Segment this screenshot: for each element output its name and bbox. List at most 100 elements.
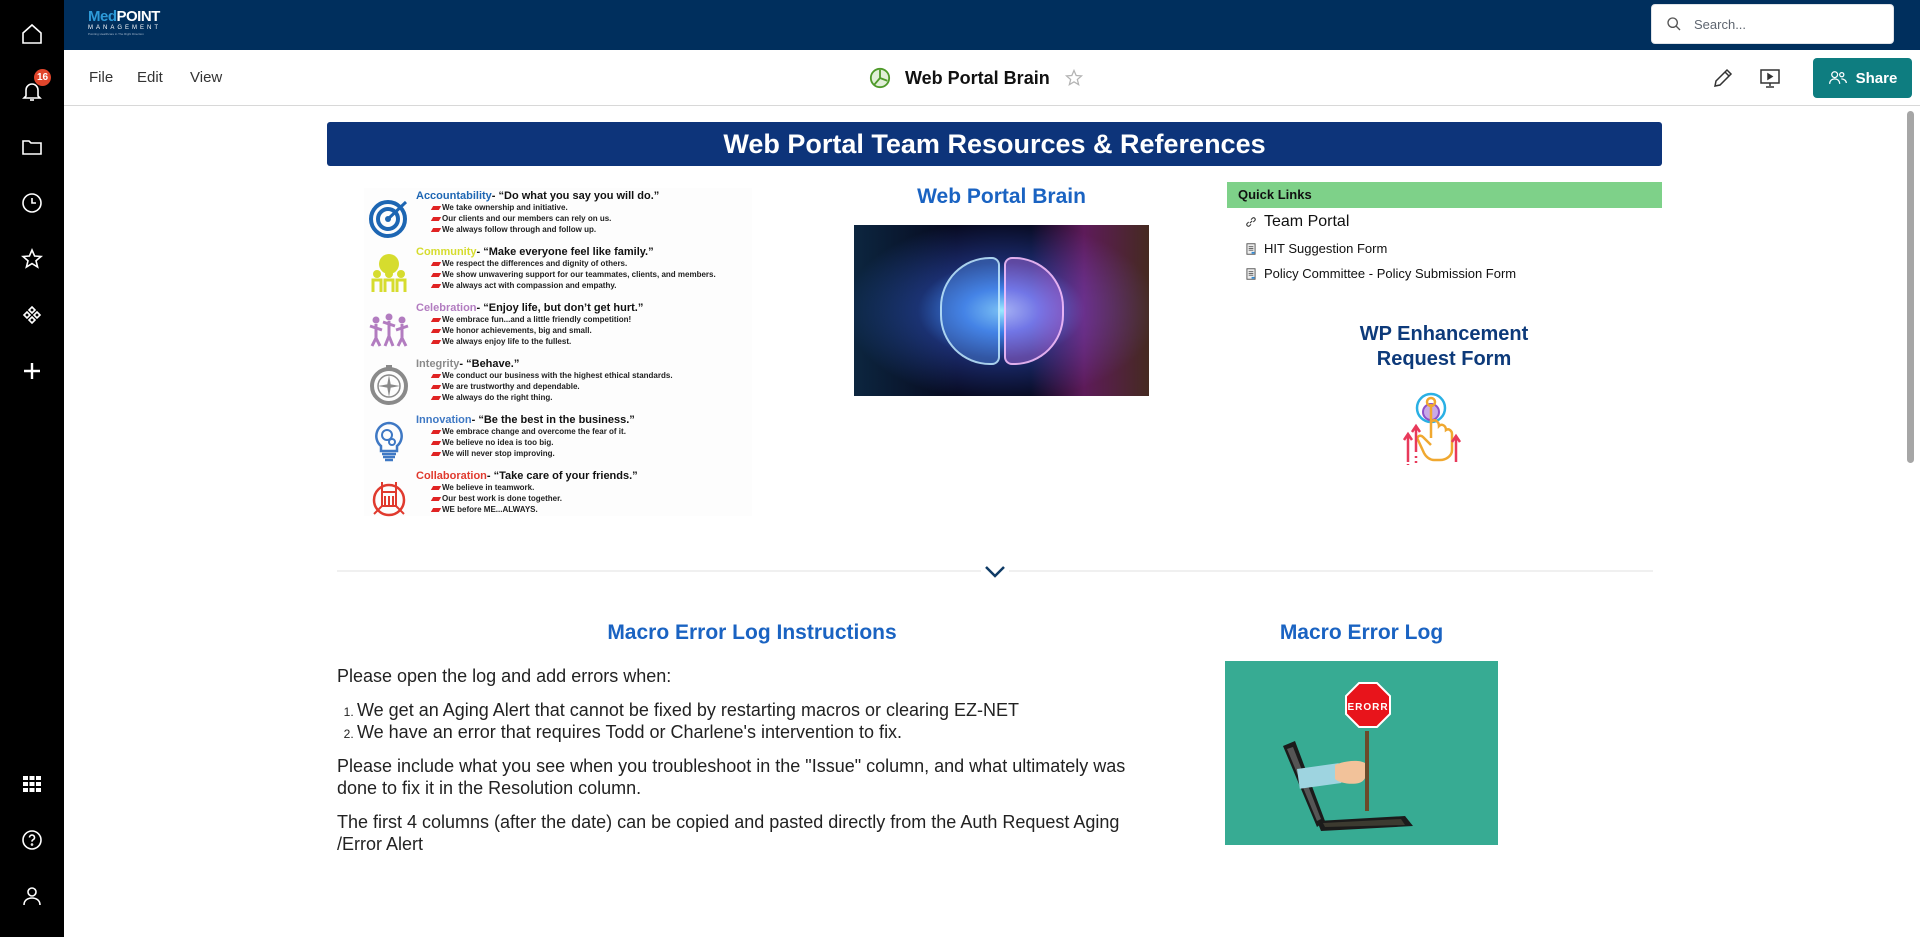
- celebration-icon: [369, 313, 409, 347]
- value-community: Community- “Make everyone feel like fami…: [364, 244, 752, 300]
- pencil-icon: [1714, 68, 1733, 87]
- value-integrity: Integrity- “Behave.” We conduct our busi…: [364, 356, 752, 412]
- instructions-intro: Please open the log and add errors when:: [337, 666, 672, 686]
- value-line: We always follow through and follow up.: [432, 225, 596, 234]
- value-motto: - “Enjoy life, but don’t get hurt.”: [476, 302, 644, 314]
- dashboard-banner: Web Portal Team Resources & References: [327, 122, 1662, 166]
- value-motto: - “Be the best in the business.”: [471, 414, 635, 426]
- grid-icon: [23, 776, 41, 792]
- value-collaboration: Collaboration- “Take care of your friend…: [364, 468, 752, 524]
- value-name: Community: [416, 246, 477, 258]
- help-button[interactable]: [16, 824, 48, 856]
- chevron-down-icon: [985, 566, 1005, 578]
- value-motto: - “Take care of your friends.”: [486, 470, 638, 482]
- form-icon: [1246, 242, 1256, 255]
- value-motto: - “Make everyone feel like family.”: [476, 246, 654, 258]
- medpoint-logo[interactable]: MedPOINT MANAGEMENT Pointing Healthcare …: [88, 9, 168, 41]
- home-icon: [22, 23, 42, 44]
- instructions-list: We get an Aging Alert that cannot be fix…: [357, 699, 1167, 743]
- edit-button[interactable]: [1711, 66, 1735, 90]
- solution-center-button[interactable]: [16, 768, 48, 800]
- vertical-scrollbar[interactable]: [1907, 111, 1914, 463]
- value-line: We always act with compassion and empath…: [432, 281, 616, 290]
- quick-links-header: Quick Links: [1227, 182, 1662, 208]
- recents-button[interactable]: [16, 187, 48, 219]
- left-nav-sidebar: 16: [0, 0, 64, 937]
- company-values-image: Accountability- “Do what you say you wil…: [364, 188, 752, 517]
- community-icon: [371, 254, 407, 292]
- value-name: Innovation: [416, 414, 472, 426]
- value-name: Celebration: [416, 302, 477, 314]
- value-line: We believe in teamwork.: [432, 483, 534, 492]
- favorites-button[interactable]: [16, 243, 48, 275]
- value-line: We embrace fun...and a little friendly c…: [432, 315, 631, 324]
- value-line: We always enjoy life to the fullest.: [432, 337, 571, 346]
- value-name: Accountability: [416, 190, 492, 202]
- quick-link-label: Team Portal: [1264, 213, 1350, 230]
- macro-error-log-image[interactable]: ERORR: [1225, 661, 1498, 845]
- value-line: We respect the differences and dignity o…: [432, 259, 627, 268]
- folder-icon: [22, 140, 42, 155]
- wp-enhancement-title-line2: Request Form: [1376, 348, 1512, 370]
- user-icon: [23, 887, 41, 906]
- create-button[interactable]: [16, 355, 48, 387]
- home-button[interactable]: [16, 18, 48, 50]
- instructions-paragraph: The first 4 columns (after the date) can…: [337, 812, 1120, 854]
- present-button[interactable]: [1758, 66, 1782, 90]
- quick-link-label: Policy Committee - Policy Submission For…: [1264, 266, 1517, 281]
- document-title-area: Web Portal Brain: [869, 64, 1084, 92]
- notifications-button[interactable]: 16: [16, 69, 52, 107]
- favorite-star-icon[interactable]: [1064, 68, 1084, 88]
- share-button[interactable]: Share: [1813, 58, 1912, 98]
- menu-bar: File Edit View Web Portal Brain Share: [64, 50, 1920, 106]
- error-sign-text: ERORR: [1347, 702, 1388, 713]
- wp-enhancement-request-link[interactable]: WP Enhancement Request Form: [1294, 322, 1594, 372]
- value-line: Our clients and our members can rely on …: [432, 214, 611, 223]
- instructions-list-item: We have an error that requires Todd or C…: [357, 721, 1167, 743]
- value-accountability: Accountability- “Do what you say you wil…: [364, 188, 752, 244]
- menu-edit[interactable]: Edit: [137, 69, 163, 86]
- brain-light-rays: [854, 225, 1149, 396]
- quick-link-hit-suggestion-form[interactable]: HIT Suggestion Form: [1244, 241, 1387, 256]
- macro-instructions-text: Please open the log and add errors when:…: [337, 665, 1167, 867]
- document-title: Web Portal Brain: [905, 67, 1050, 88]
- value-line: We always do the right thing.: [432, 393, 553, 402]
- logo-subtitle: MANAGEMENT: [88, 25, 162, 31]
- browse-files-button[interactable]: [16, 131, 48, 163]
- diamonds-icon: [22, 305, 42, 325]
- share-label: Share: [1855, 69, 1898, 87]
- search-input[interactable]: [1694, 16, 1884, 32]
- wp-enhancement-title-line1: WP Enhancement: [1359, 323, 1529, 345]
- people-icon: [1828, 71, 1847, 84]
- collapse-section-button[interactable]: [981, 563, 1009, 581]
- error-sign-illustration: ERORR: [1283, 682, 1413, 831]
- macro-error-log-title[interactable]: Macro Error Log: [1225, 621, 1498, 645]
- help-icon: [22, 830, 42, 850]
- notification-count-badge: 16: [34, 69, 52, 86]
- top-bar: MedPOINT MANAGEMENT Pointing Healthcare …: [64, 0, 1920, 50]
- dashboard-content: Web Portal Team Resources & References A…: [64, 107, 1920, 937]
- compass-icon: [370, 365, 408, 405]
- value-name: Integrity: [416, 358, 460, 370]
- macro-instructions-title: Macro Error Log Instructions: [607, 621, 897, 644]
- lightbulb-icon: [375, 421, 403, 462]
- quick-link-policy-submission-form[interactable]: Policy Committee - Policy Submission For…: [1244, 266, 1516, 281]
- brain-title: Web Portal Brain: [917, 185, 1086, 208]
- quick-link-team-portal[interactable]: Team Portal: [1244, 213, 1349, 231]
- logo-brand-part1: Med: [88, 8, 117, 25]
- search-icon: [1667, 17, 1681, 31]
- workapps-button[interactable]: [16, 299, 48, 331]
- value-innovation: Innovation- “Be the best in the business…: [364, 412, 752, 468]
- logo-brand-part2: POINT: [116, 8, 161, 25]
- hand-pointer-upgrade-icon[interactable]: [1394, 390, 1469, 465]
- menu-view[interactable]: View: [190, 69, 222, 86]
- account-button[interactable]: [16, 880, 48, 912]
- quick-link-label: HIT Suggestion Form: [1264, 241, 1388, 256]
- clock-icon: [22, 193, 42, 213]
- search-box[interactable]: [1651, 4, 1894, 44]
- value-line: We show unwavering support for our teamm…: [432, 270, 716, 279]
- menu-file[interactable]: File: [89, 69, 113, 86]
- value-motto: - “Behave.”: [459, 358, 520, 370]
- value-line: We are trustworthy and dependable.: [432, 382, 580, 391]
- value-line: WE before ME...ALWAYS.: [432, 505, 538, 514]
